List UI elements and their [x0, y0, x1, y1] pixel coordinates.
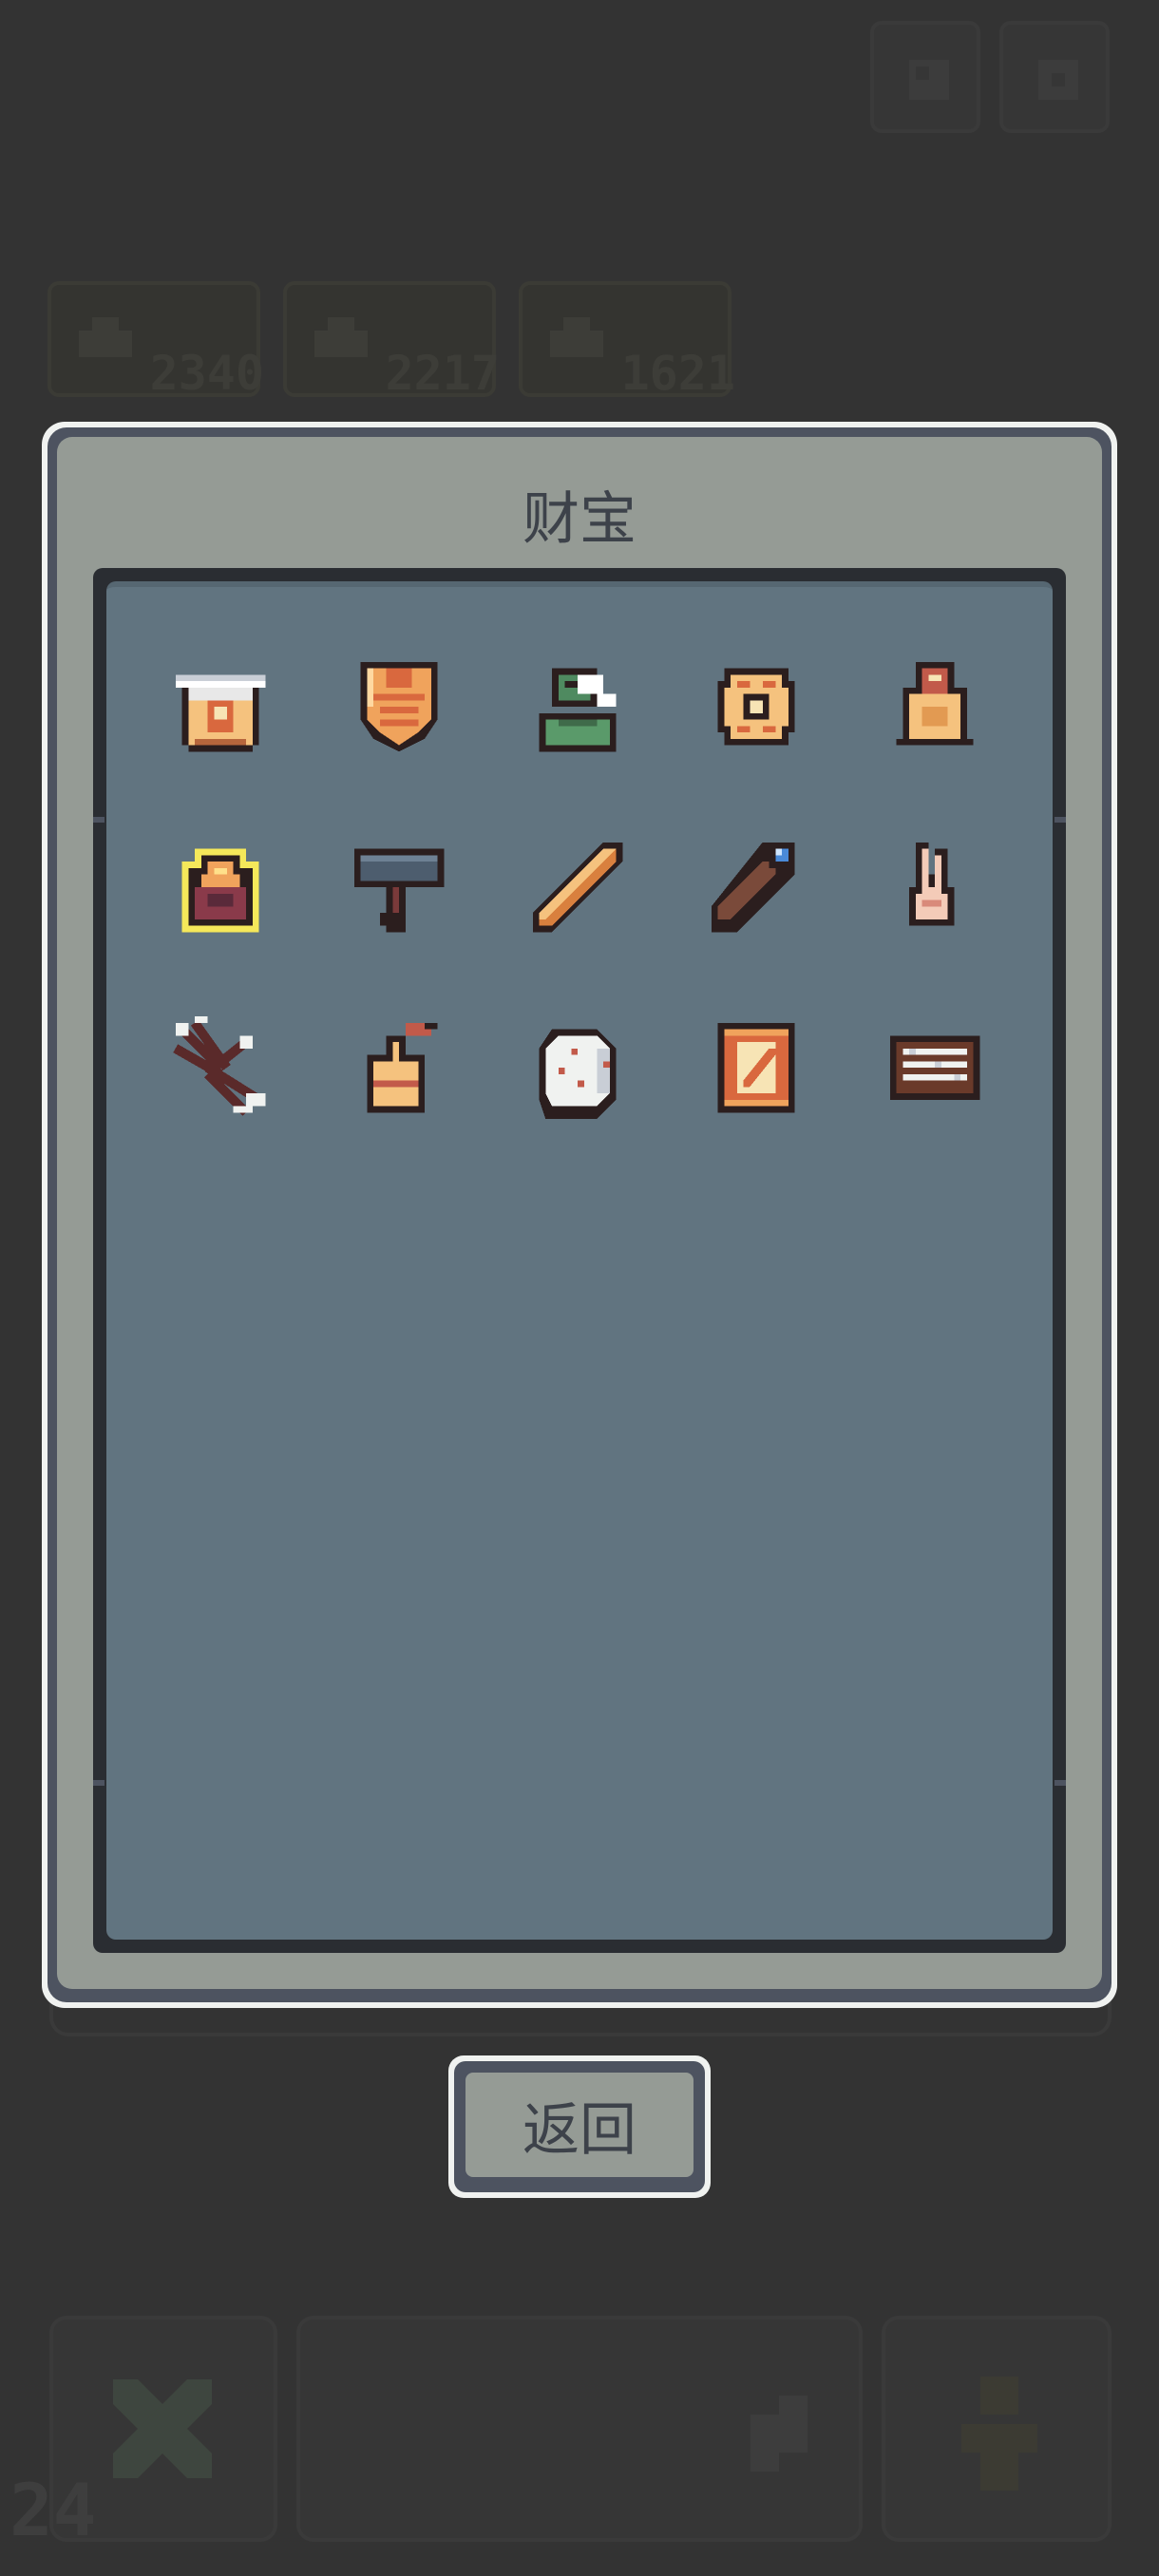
- resource-value: 2217: [385, 346, 500, 401]
- resource-counter: 1621: [519, 281, 735, 401]
- resource-value: 2340: [149, 346, 264, 401]
- treasure-slot[interactable]: [884, 836, 986, 938]
- arrow-bundle-icon: [173, 1016, 266, 1116]
- center-action-panel[interactable]: [296, 2316, 863, 2542]
- gourd-icon: [367, 1022, 438, 1113]
- gold-ore-icon: [550, 317, 603, 357]
- resource-counter: 2340: [48, 281, 264, 401]
- treasure-slot[interactable]: [348, 1016, 450, 1119]
- crossed-swords-icon: [113, 2379, 212, 2478]
- resource-counter: 2217: [283, 281, 500, 401]
- modal-title: 财宝: [522, 486, 636, 553]
- ring-icon: [717, 668, 795, 746]
- magic-wand-icon: [711, 842, 795, 933]
- treasure-slot[interactable]: [526, 655, 629, 758]
- hero-silhouette-icon: [961, 2377, 1037, 2491]
- treasure-slot[interactable]: [884, 1016, 986, 1119]
- dice-icon: [539, 1029, 617, 1119]
- treasure-slot[interactable]: [526, 1016, 629, 1119]
- hero-button[interactable]: [882, 2316, 1112, 2542]
- back-button[interactable]: 返回: [448, 2055, 711, 2198]
- treasure-inventory: [93, 568, 1066, 1953]
- goblin-bust-icon: [539, 668, 617, 752]
- two-fingers-icon: [909, 842, 955, 926]
- treasure-slot[interactable]: [705, 655, 808, 758]
- resource-value: 1621: [620, 346, 735, 401]
- lantern-icon: [181, 848, 259, 933]
- chest-armor-icon: [360, 661, 438, 752]
- map-icon: [909, 60, 949, 100]
- treasure-slot[interactable]: [169, 655, 272, 758]
- backpack-icon: [896, 661, 974, 746]
- treasure-slot[interactable]: [526, 836, 629, 938]
- abacus-icon: [889, 1035, 980, 1100]
- rune-icon: [750, 2396, 808, 2472]
- treasure-modal: 财宝: [42, 422, 1117, 2008]
- gold-ore-icon: [314, 317, 368, 357]
- treasure-slot[interactable]: [348, 836, 450, 938]
- treasure-slot-selected[interactable]: [169, 836, 272, 938]
- level-number: 24: [10, 2468, 97, 2552]
- back-button-label: 返回: [466, 2073, 694, 2177]
- treasure-slot[interactable]: [705, 836, 808, 938]
- scroll-icon: [717, 1022, 795, 1113]
- hammer-icon: [353, 848, 445, 933]
- treasure-slot[interactable]: [169, 1016, 272, 1119]
- map-button[interactable]: [870, 21, 980, 133]
- treasure-slot[interactable]: [884, 655, 986, 758]
- treasure-slot[interactable]: [705, 1016, 808, 1119]
- gold-ore-icon: [79, 317, 132, 357]
- bucket-hat-icon: [175, 674, 266, 752]
- treasure-slot[interactable]: [348, 655, 450, 758]
- gear-icon: [1038, 60, 1078, 100]
- wooden-stick-icon: [532, 842, 623, 933]
- settings-button[interactable]: [999, 21, 1110, 133]
